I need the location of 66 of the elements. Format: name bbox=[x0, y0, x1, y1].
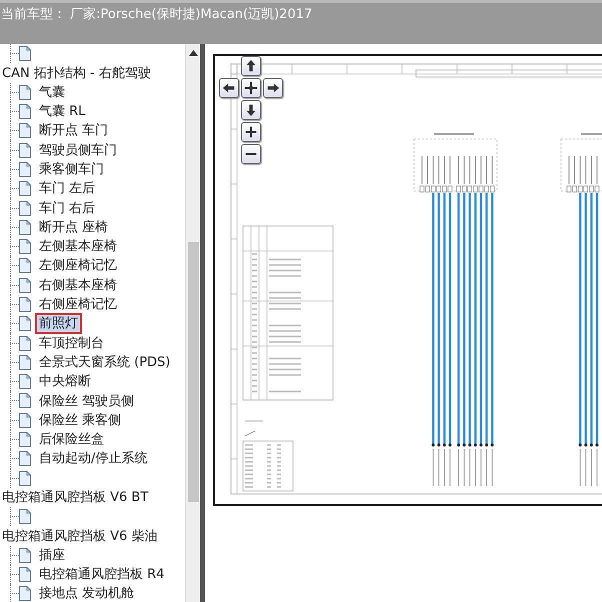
zoom-out-button[interactable] bbox=[241, 144, 261, 164]
tree-item[interactable]: 保险丝 驾驶员侧 bbox=[35, 390, 138, 412]
document-icon bbox=[19, 181, 31, 196]
scrollbar-thumb[interactable] bbox=[188, 242, 198, 502]
tree-item[interactable]: 右侧基本座椅 bbox=[35, 274, 121, 296]
document-icon bbox=[19, 336, 31, 351]
tree-item[interactable]: 断开点 车门 bbox=[35, 120, 112, 142]
tree-item[interactable]: 车门 右后 bbox=[35, 198, 100, 219]
zoom-in-button[interactable] bbox=[241, 122, 261, 142]
tree-item[interactable]: 气囊 RL bbox=[35, 101, 90, 122]
tree-item[interactable]: 驾驶员侧车门 bbox=[35, 140, 121, 161]
document-icon bbox=[19, 451, 31, 466]
center-view-button[interactable] bbox=[241, 78, 261, 98]
plus-icon bbox=[244, 125, 258, 139]
document-icon bbox=[19, 84, 31, 100]
arrow-right-icon bbox=[266, 81, 280, 95]
tree-item[interactable]: 右侧座椅记忆 bbox=[35, 294, 121, 316]
document-icon bbox=[19, 162, 31, 177]
tree-group-label[interactable]: CAN 拓扑结构 - 右舵驾驶 bbox=[2, 64, 151, 82]
window-title: 当前车型： 厂家:Porsche(保时捷)Macan(迈凯)2017 bbox=[0, 6, 312, 24]
tree-group-label[interactable]: 电控箱通风腔挡板 V6 柴油 bbox=[2, 527, 158, 546]
pan-right-button[interactable] bbox=[263, 78, 283, 98]
document-icon bbox=[19, 393, 31, 408]
arrow-down-icon bbox=[244, 103, 258, 117]
document-icon bbox=[19, 258, 31, 274]
tree-item[interactable]: 左侧基本座椅 bbox=[35, 236, 121, 258]
tree-item[interactable]: 乘客侧车门 bbox=[35, 158, 108, 180]
crosshair-icon bbox=[244, 81, 258, 95]
tree-item[interactable]: 前照灯 bbox=[35, 313, 82, 334]
document-icon bbox=[19, 297, 31, 312]
document-icon bbox=[19, 567, 31, 582]
document-icon bbox=[19, 104, 31, 120]
scrollbar[interactable] bbox=[185, 44, 200, 602]
document-icon bbox=[19, 586, 31, 602]
document-icon bbox=[19, 239, 31, 254]
tree-item[interactable]: 中央熔断 bbox=[35, 371, 95, 392]
document-icon bbox=[19, 278, 31, 293]
arrow-left-icon bbox=[222, 81, 236, 95]
scroll-up-arrow-icon[interactable] bbox=[188, 50, 198, 56]
pan-up-button[interactable] bbox=[241, 56, 261, 76]
document-icon bbox=[19, 142, 31, 158]
document-icon bbox=[19, 354, 31, 370]
document-icon bbox=[19, 316, 31, 332]
document-icon bbox=[19, 374, 31, 390]
tree-group-label[interactable]: 电控箱通风腔挡板 V6 BT bbox=[2, 488, 148, 506]
document-icon bbox=[19, 432, 31, 448]
pan-left-button[interactable] bbox=[219, 78, 239, 98]
tree-item[interactable]: 保险丝 乘客侧 bbox=[35, 410, 126, 431]
tree-item[interactable]: 断开点 座椅 bbox=[35, 216, 112, 238]
tree-item[interactable]: 车顶控制台 bbox=[35, 332, 108, 354]
tree-item[interactable]: 电控箱通风腔挡板 R4 bbox=[35, 564, 168, 586]
pan-down-button[interactable] bbox=[241, 100, 261, 120]
document-icon bbox=[19, 412, 31, 428]
tree-item[interactable]: 自动起动/停止系统 bbox=[35, 448, 152, 470]
tree-item[interactable]: 后保险丝盒 bbox=[35, 429, 108, 450]
tree-item[interactable]: 车门 左后 bbox=[35, 178, 100, 200]
arrow-up-icon bbox=[244, 59, 258, 73]
tree-item[interactable]: 插座 bbox=[35, 544, 69, 566]
document-icon bbox=[19, 548, 31, 563]
document-icon bbox=[19, 200, 31, 216]
document-icon bbox=[19, 123, 31, 138]
document-icon bbox=[19, 220, 31, 235]
tree-item[interactable]: 全景式天窗系统 (PDS) bbox=[35, 352, 174, 373]
tree-item[interactable]: 左侧座椅记忆 bbox=[35, 255, 121, 276]
tree-item[interactable]: 气囊 bbox=[35, 82, 69, 103]
tree-item[interactable]: 接地点 发动机舱 bbox=[35, 583, 138, 602]
